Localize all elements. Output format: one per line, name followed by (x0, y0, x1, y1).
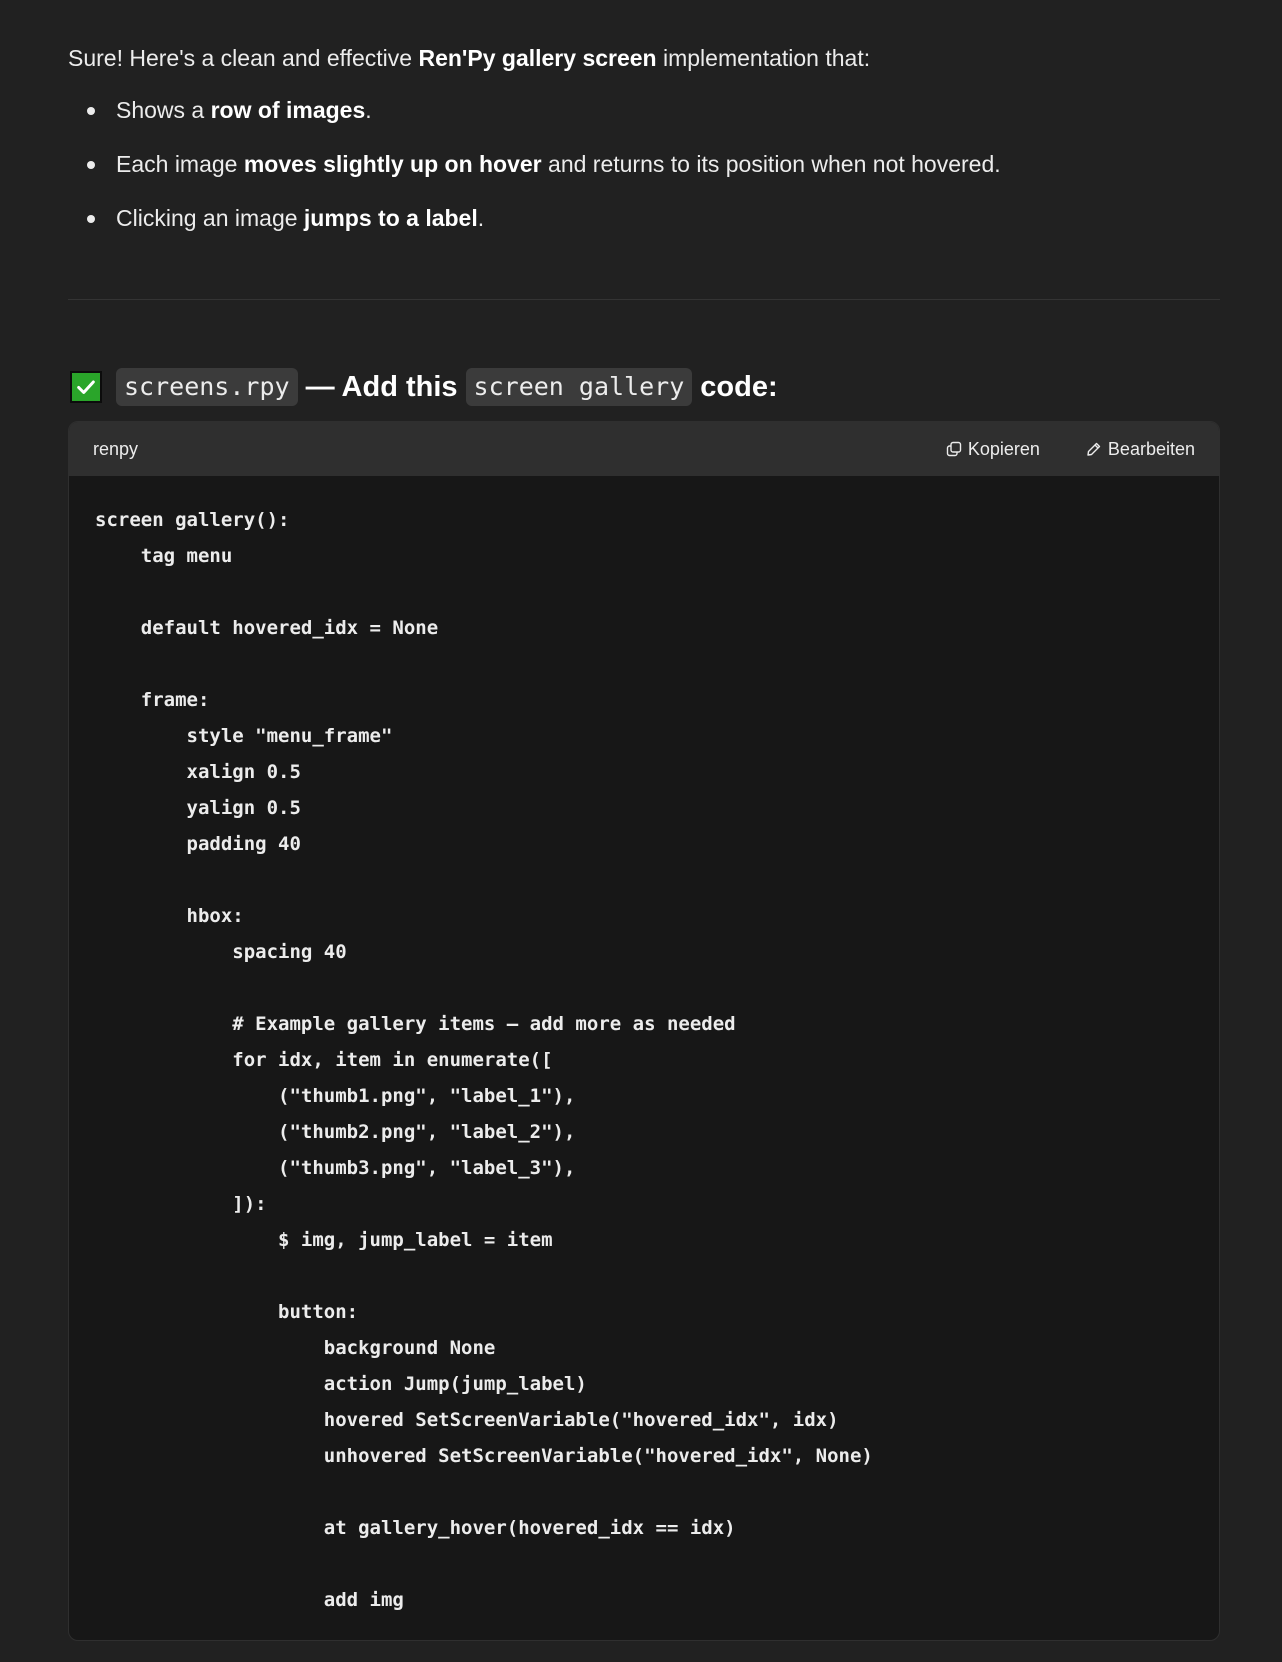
heading-suffix-text: code: (700, 370, 778, 403)
bullet-text-post: . (365, 97, 372, 123)
section-heading: screens.rpy — Add this screen gallery co… (70, 362, 786, 412)
bullet-text-pre: Each image (116, 151, 244, 177)
list-item: Shows a row of images. (87, 90, 1001, 144)
pencil-icon (1087, 442, 1101, 456)
list-item: Clicking an image jumps to a label. (87, 198, 1001, 252)
code-language-label: renpy (93, 438, 139, 459)
intro-paragraph: Sure! Here's a clean and effective Ren'P… (68, 38, 870, 78)
feature-list: Shows a row of images. Each image moves … (87, 90, 1001, 252)
edit-button-label: Bearbeiten (1107, 438, 1195, 459)
file-name-code: screens.rpy (116, 368, 298, 406)
screen-name-code: screen gallery (465, 368, 693, 406)
edit-button[interactable]: Bearbeiten (1086, 439, 1195, 460)
list-item: Each image moves slightly up on hover an… (87, 144, 1001, 198)
copy-icon (946, 441, 962, 457)
heading-middle-text: — Add this (305, 370, 458, 403)
code-block: renpy Kopieren Bearbeiten screen gallery… (68, 421, 1220, 1641)
bullet-text-post: and returns to its position when not hov… (541, 151, 1001, 177)
intro-bold: Ren'Py gallery screen (418, 45, 657, 71)
bullet-text-pre: Clicking an image (116, 205, 304, 231)
bullet-text-bold: jumps to a label (303, 205, 478, 231)
section-divider (68, 299, 1220, 300)
bullet-text-bold: moves slightly up on hover (243, 151, 542, 177)
intro-prefix: Sure! Here's a clean and effective (68, 45, 419, 71)
copy-button-label: Kopieren (967, 438, 1040, 459)
bullet-text-post: . (477, 205, 485, 231)
copy-button[interactable]: Kopieren (946, 439, 1040, 460)
code-block-header: renpy Kopieren Bearbeiten (69, 422, 1219, 476)
code-content: screen gallery(): tag menu default hover… (95, 509, 873, 1611)
bullet-text-pre: Shows a (116, 97, 211, 123)
bullet-text-bold: row of images (210, 97, 366, 123)
checkmark-icon (70, 371, 102, 403)
intro-suffix: implementation that: (656, 45, 871, 71)
